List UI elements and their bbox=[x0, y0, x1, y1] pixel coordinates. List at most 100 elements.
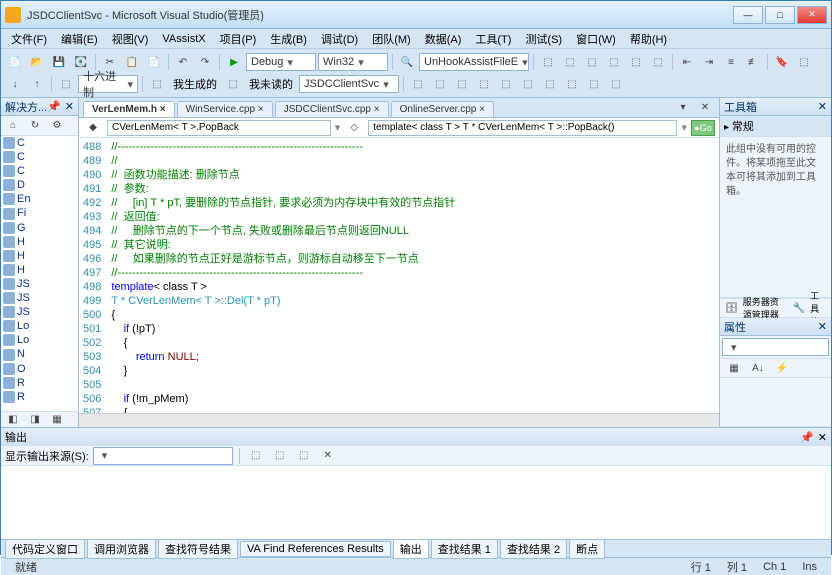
ex3-icon[interactable]: ⬚ bbox=[452, 74, 472, 94]
tree-item[interactable]: H bbox=[1, 263, 78, 277]
bookmark-icon[interactable]: 🔖 bbox=[772, 52, 792, 72]
undo-icon[interactable]: ↶ bbox=[173, 52, 193, 72]
run-icon[interactable]: ▶ bbox=[224, 52, 244, 72]
properties-object-combo[interactable] bbox=[722, 338, 829, 356]
menu-item[interactable]: 文件(F) bbox=[5, 29, 53, 49]
minimize-button[interactable]: — bbox=[733, 6, 763, 24]
hex-combo[interactable]: 十六进制 bbox=[78, 75, 138, 93]
menu-item[interactable]: 项目(P) bbox=[214, 29, 263, 49]
copy-icon[interactable]: 📋 bbox=[122, 52, 142, 72]
solution-tree[interactable]: CCCDEnFiGHHHJSJSJSLoLoNORR bbox=[1, 136, 78, 411]
bottom-tab[interactable]: 查找结果 1 bbox=[431, 539, 498, 559]
config-combo[interactable]: Debug bbox=[246, 53, 316, 71]
menu-item[interactable]: 团队(M) bbox=[366, 29, 417, 49]
ex8-icon[interactable]: ⬚ bbox=[562, 74, 582, 94]
bottom-tab[interactable]: 查找结果 2 bbox=[500, 539, 567, 559]
tree-item[interactable]: R bbox=[1, 390, 78, 404]
tb-extra-icon[interactable]: ⬚ bbox=[794, 52, 814, 72]
prop-ev-icon[interactable]: ⚡ bbox=[772, 358, 792, 378]
tree-item[interactable]: H bbox=[1, 235, 78, 249]
ex5-icon[interactable]: ⬚ bbox=[496, 74, 516, 94]
tb-icon-1[interactable]: ⬚ bbox=[538, 52, 558, 72]
menu-item[interactable]: 生成(B) bbox=[264, 29, 313, 49]
paste-icon[interactable]: 📄 bbox=[144, 52, 164, 72]
out-btn3-icon[interactable]: ⬚ bbox=[294, 446, 314, 466]
ex7-icon[interactable]: ⬚ bbox=[540, 74, 560, 94]
tb-icon-4[interactable]: ⬚ bbox=[604, 52, 624, 72]
unread-label[interactable]: 我未读的 bbox=[245, 76, 297, 92]
tree-item[interactable]: JS bbox=[1, 291, 78, 305]
tb-icon-3[interactable]: ⬚ bbox=[582, 52, 602, 72]
nav-scope-combo[interactable]: CVerLenMem< T >.PopBack bbox=[107, 120, 331, 136]
tree-item[interactable]: C bbox=[1, 136, 78, 150]
tree-item[interactable]: G bbox=[1, 221, 78, 235]
out-btn2-icon[interactable]: ⬚ bbox=[270, 446, 290, 466]
proj-combo[interactable]: JSDCClientSvc bbox=[299, 75, 399, 93]
tree-item[interactable]: Fi bbox=[1, 206, 78, 220]
tree-item[interactable]: JS bbox=[1, 277, 78, 291]
ex2-icon[interactable]: ⬚ bbox=[430, 74, 450, 94]
self-label[interactable]: 我生成的 bbox=[169, 76, 221, 92]
tree-item[interactable]: C bbox=[1, 150, 78, 164]
step2-icon[interactable]: ↑ bbox=[27, 74, 47, 94]
ex1-icon[interactable]: ⬚ bbox=[408, 74, 428, 94]
menu-item[interactable]: 编辑(E) bbox=[55, 29, 104, 49]
tree-refresh-icon[interactable]: ↻ bbox=[25, 116, 45, 136]
platform-combo[interactable]: Win32 bbox=[318, 53, 388, 71]
editor-tab[interactable]: WinService.cpp × bbox=[177, 101, 273, 117]
properties-close-icon[interactable]: ✕ bbox=[818, 320, 827, 333]
ex4-icon[interactable]: ⬚ bbox=[474, 74, 494, 94]
menu-item[interactable]: VAssistX bbox=[156, 31, 211, 47]
ex10-icon[interactable]: ⬚ bbox=[606, 74, 626, 94]
toolbox-close-icon[interactable]: ✕ bbox=[818, 100, 827, 113]
code-editor[interactable]: 4884894904914924934944954964974984995005… bbox=[79, 138, 719, 413]
bottom-tab[interactable]: 代码定义窗口 bbox=[5, 539, 85, 559]
ex9-icon[interactable]: ⬚ bbox=[584, 74, 604, 94]
soln-tab3-icon[interactable]: ▦ bbox=[47, 410, 67, 430]
nav-back-icon[interactable]: ◆ bbox=[83, 118, 103, 138]
menu-item[interactable]: 工具(T) bbox=[469, 29, 517, 49]
tree-item[interactable]: Lo bbox=[1, 333, 78, 347]
editor-tab[interactable]: VerLenMem.h × bbox=[83, 101, 175, 117]
tree-item[interactable]: JS bbox=[1, 305, 78, 319]
menu-item[interactable]: 调试(D) bbox=[315, 29, 364, 49]
go-button[interactable]: ●Go bbox=[691, 120, 715, 136]
menu-item[interactable]: 视图(V) bbox=[106, 29, 155, 49]
redo-icon[interactable]: ↷ bbox=[195, 52, 215, 72]
output-src-combo[interactable] bbox=[93, 447, 233, 465]
editor-tab[interactable]: OnlineServer.cpp × bbox=[391, 101, 494, 117]
wi2-icon[interactable]: ⬚ bbox=[223, 74, 243, 94]
tb-icon-5[interactable]: ⬚ bbox=[626, 52, 646, 72]
tb-icon-2[interactable]: ⬚ bbox=[560, 52, 580, 72]
soln-tab1-icon[interactable]: ◧ bbox=[3, 410, 23, 430]
nav-member-combo[interactable]: template< class T > T * CVerLenMem< T >:… bbox=[368, 120, 677, 136]
h-scrollbar[interactable] bbox=[79, 413, 719, 427]
prop-az-icon[interactable]: A↓ bbox=[748, 358, 768, 378]
output-body[interactable] bbox=[1, 466, 831, 539]
tree-item[interactable]: N bbox=[1, 347, 78, 361]
maximize-button[interactable]: □ bbox=[765, 6, 795, 24]
prop-cat-icon[interactable]: ▦ bbox=[724, 358, 744, 378]
menu-item[interactable]: 帮助(H) bbox=[624, 29, 673, 49]
bottom-tab[interactable]: 断点 bbox=[569, 539, 605, 559]
out-btn1-icon[interactable]: ⬚ bbox=[246, 446, 266, 466]
editor-tab[interactable]: JSDCClientSvc.cpp × bbox=[275, 101, 389, 117]
tree-item[interactable]: R bbox=[1, 376, 78, 390]
tree-item[interactable]: O bbox=[1, 362, 78, 376]
bottom-tab[interactable]: 输出 bbox=[393, 539, 429, 559]
bottom-tab[interactable]: 查找符号结果 bbox=[158, 539, 238, 559]
pane-close-icon[interactable]: ✕ bbox=[65, 100, 74, 113]
close-button[interactable]: ✕ bbox=[797, 6, 827, 24]
tree-item[interactable]: C bbox=[1, 164, 78, 178]
server-explorer-tab[interactable]: 🗄 bbox=[724, 298, 739, 318]
menu-item[interactable]: 数据(A) bbox=[419, 29, 468, 49]
indent-in-icon[interactable]: ⇥ bbox=[699, 52, 719, 72]
tree-home-icon[interactable]: ⌂ bbox=[3, 116, 23, 136]
toolbox-tab[interactable]: 🔧 bbox=[792, 298, 806, 318]
step-icon[interactable]: ↓ bbox=[5, 74, 25, 94]
tree-item[interactable]: H bbox=[1, 249, 78, 263]
indent-out-icon[interactable]: ⇤ bbox=[677, 52, 697, 72]
action-combo[interactable]: UnHookAssistFileE bbox=[419, 53, 529, 71]
hex-icon[interactable]: ⬚ bbox=[56, 74, 76, 94]
tree-prop-icon[interactable]: ⚙ bbox=[47, 116, 67, 136]
